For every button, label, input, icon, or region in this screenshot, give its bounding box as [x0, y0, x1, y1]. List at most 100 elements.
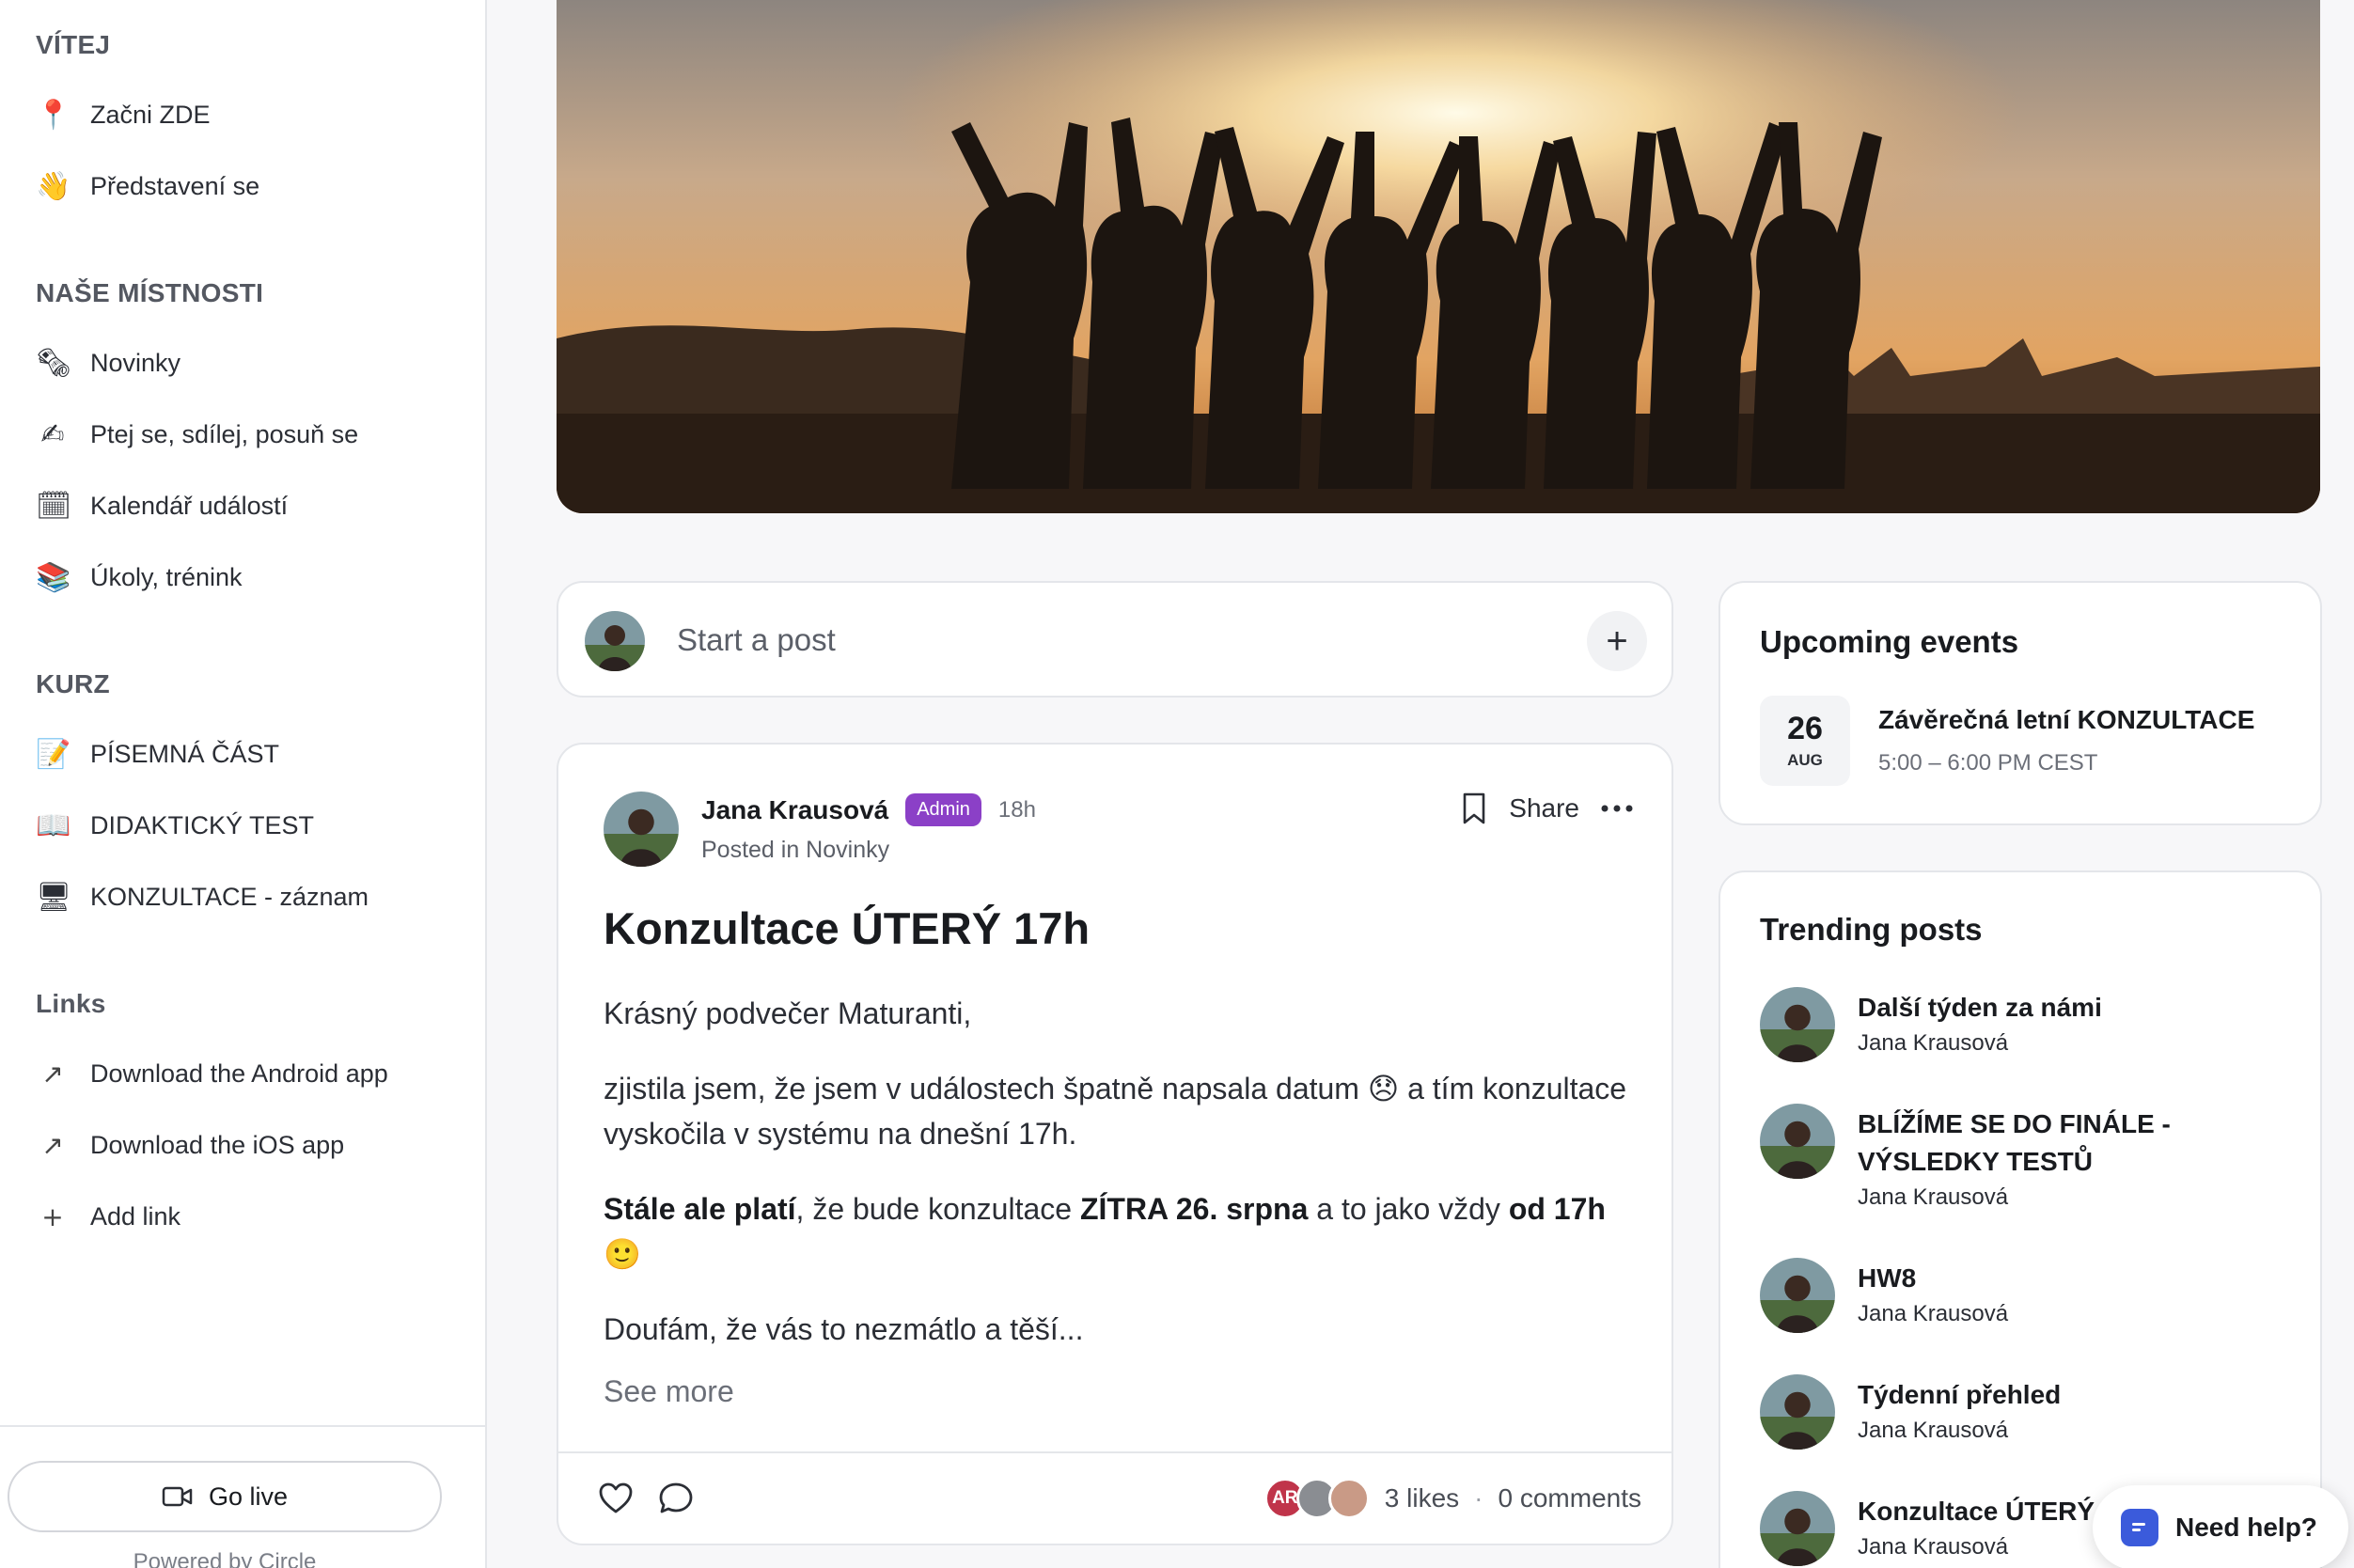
event-month: AUG	[1787, 751, 1823, 769]
event-title[interactable]: Závěrečná letní KONZULTACE	[1878, 705, 2254, 735]
start-post-input[interactable]: Start a post	[677, 622, 836, 658]
author-avatar	[1760, 1258, 1835, 1333]
posted-in[interactable]: Posted in Novinky	[701, 837, 889, 864]
chat-icon	[2121, 1509, 2158, 1546]
need-help-label: Need help?	[2175, 1513, 2317, 1542]
trending-post-title[interactable]: Další týden za námi	[1858, 989, 2271, 1027]
sidebar-item-label: Úkoly, trénink	[90, 562, 243, 591]
sidebar: VÍTEJ 📍 Začni ZDE 👋 Představení se NAŠE …	[0, 0, 487, 1568]
post-time[interactable]: 18h	[998, 797, 1036, 823]
trending-post-author: Jana Krausová	[1858, 1184, 2009, 1210]
trending-post-author: Jana Krausová	[1858, 1418, 2009, 1443]
bookmark-icon[interactable]	[1460, 792, 1488, 825]
sidebar-item-label: KONZULTACE - záznam	[90, 882, 369, 911]
post-paragraph: Stále ale platí, že bude konzultace ZÍTR…	[604, 1186, 1628, 1277]
sidebar-item-label: Download the Android app	[90, 1058, 388, 1088]
sidebar-item-label: Kalendář událostí	[90, 491, 289, 520]
new-post-button[interactable]: +	[1587, 611, 1647, 671]
comments-count[interactable]: 0 comments	[1499, 1483, 1642, 1513]
post-paragraph: Krásný podvečer Maturanti,	[604, 996, 972, 1030]
trending-post-author: Jana Krausová	[1858, 1534, 2009, 1560]
upcoming-events-title: Upcoming events	[1760, 624, 2019, 659]
post-footer: AR 3 likes · 0 comments	[558, 1451, 1671, 1545]
trending-posts-card: Trending posts Další týden za námi Jana …	[1718, 870, 2322, 1568]
sidebar-item-pisemna-cast[interactable]: 📝 PÍSEMNÁ ČÁST	[36, 728, 459, 780]
author-avatar	[1760, 1104, 1835, 1179]
bold-text: od 17h	[1508, 1192, 1606, 1226]
trending-posts-title: Trending posts	[1760, 912, 1983, 947]
sidebar-item-novinky[interactable]: 🗞 Novinky	[36, 337, 459, 389]
sidebar-footer: Go live Powered by Circle	[0, 1425, 487, 1568]
text: , že bude konzultace	[795, 1192, 1080, 1226]
comment-icon[interactable]	[658, 1482, 694, 1515]
sidebar-link-android[interactable]: ↗ Download the Android app	[36, 1047, 459, 1100]
sidebar-add-link[interactable]: + Add link	[36, 1190, 459, 1243]
see-more-link[interactable]: See more	[604, 1374, 734, 1409]
sidebar-link-ios[interactable]: ↗ Download the iOS app	[36, 1119, 459, 1171]
section-title-vitej: VÍTEJ	[36, 30, 111, 59]
post-composer[interactable]: Start a post +	[557, 581, 1673, 698]
sidebar-item-didakticky-test[interactable]: 📖 DIDAKTICKÝ TEST	[36, 799, 459, 852]
likes-count[interactable]: 3 likes	[1385, 1483, 1459, 1513]
go-live-label: Go live	[208, 1482, 289, 1511]
separator: ·	[1474, 1483, 1483, 1513]
community-banner	[557, 0, 2320, 513]
heart-icon[interactable]	[598, 1482, 634, 1515]
sidebar-item-predstaveni[interactable]: 👋 Představení se	[36, 160, 459, 212]
sidebar-item-label: Začni ZDE	[90, 100, 211, 129]
sidebar-item-zacni-zde[interactable]: 📍 Začni ZDE	[36, 88, 459, 141]
books-icon: 📚	[36, 560, 71, 594]
author-name[interactable]: Jana Krausová	[701, 795, 888, 825]
author-line: Jana Krausová Admin 18h	[701, 793, 1036, 826]
reaction-buttons	[598, 1482, 718, 1515]
wave-icon: 👋	[36, 169, 71, 203]
monitor-icon: 🖥	[36, 880, 72, 914]
post-title[interactable]: Konzultace ÚTERÝ 17h	[604, 902, 1090, 954]
author-avatar	[1760, 1374, 1835, 1450]
user-avatar	[585, 611, 645, 671]
author-avatar	[1760, 1491, 1835, 1566]
trending-post-author: Jana Krausová	[1858, 1301, 2009, 1326]
pin-icon: 📍	[36, 98, 71, 132]
go-live-button[interactable]: Go live	[8, 1461, 442, 1532]
sidebar-item-label: PÍSEMNÁ ČÁST	[90, 739, 280, 768]
sidebar-item-ukoly[interactable]: 📚 Úkoly, trénink	[36, 551, 459, 604]
trending-post-title[interactable]: Týdenní přehled	[1858, 1376, 2271, 1414]
banner-image	[557, 0, 2320, 513]
likes-summary[interactable]: AR 3 likes · 0 comments	[1263, 1478, 1642, 1519]
trending-post-author: Jana Krausová	[1858, 1030, 2009, 1056]
share-button[interactable]: Share	[1509, 793, 1579, 823]
text: zjistila jsem, že jsem v událostech špat…	[604, 1072, 1359, 1105]
external-link-icon: ↗	[41, 1058, 64, 1090]
sidebar-item-label: Download the iOS app	[90, 1130, 345, 1159]
powered-by[interactable]: Powered by Circle	[0, 1549, 449, 1568]
smile-emoji-icon: 🙂	[604, 1236, 641, 1272]
sidebar-item-konzultace-zaznam[interactable]: 🖥 KONZULTACE - záznam	[36, 870, 459, 923]
sidebar-item-label: Představení se	[90, 171, 260, 200]
writing-hand-icon: ✍	[40, 417, 65, 451]
need-help-button[interactable]: Need help?	[2093, 1485, 2348, 1568]
bold-text: ZÍTRA 26. srpna	[1079, 1192, 1309, 1226]
sidebar-item-label: Ptej se, sdílej, posuň se	[90, 419, 359, 448]
sidebar-item-kalendar[interactable]: 🗓 Kalendář událostí	[36, 479, 459, 532]
sidebar-item-label: Add link	[90, 1201, 181, 1231]
post-actions: Share	[1460, 792, 1634, 825]
text: a to jako vždy	[1308, 1192, 1509, 1226]
author-avatar	[1760, 987, 1835, 1062]
open-book-icon: 📖	[36, 808, 71, 842]
event-date: 26 AUG	[1760, 696, 1850, 786]
external-link-icon: ↗	[41, 1129, 64, 1161]
more-options-icon[interactable]	[1600, 804, 1634, 813]
calendar-icon: 🗓	[36, 489, 72, 523]
memo-icon: 📝	[36, 737, 71, 771]
event-day: 26	[1787, 711, 1823, 746]
video-camera-icon	[162, 1486, 193, 1507]
section-title-links: Links	[36, 989, 106, 1018]
liker-avatar	[1327, 1478, 1370, 1519]
trending-post-title[interactable]: BLÍŽÍME SE DO FINÁLE - VÝSLEDKY TESTŮ	[1858, 1105, 2271, 1181]
trending-post-title[interactable]: HW8	[1858, 1260, 2271, 1297]
post-paragraph: zjistila jsem, že jsem v událostech špat…	[604, 1066, 1628, 1156]
author-avatar[interactable]	[604, 792, 679, 867]
sidebar-item-ptej-se[interactable]: ✍ Ptej se, sdílej, posuň se	[36, 408, 459, 461]
post-body: Krásný podvečer Maturanti, zjistila jsem…	[604, 991, 1628, 1382]
